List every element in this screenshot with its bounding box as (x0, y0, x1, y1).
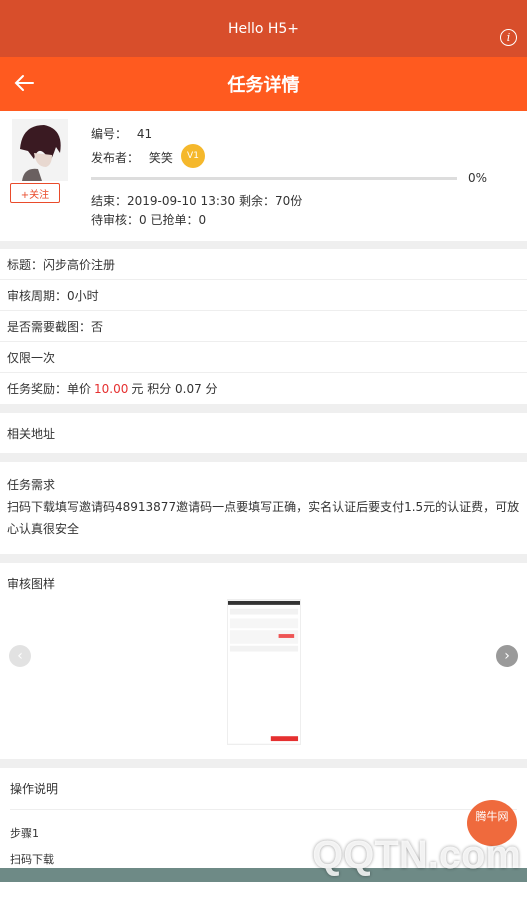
task-info: 标题：闪步高价注册 审核周期：0小时 是否需要截图：否 仅限一次 任务奖励：单价… (0, 249, 527, 404)
info-row-screenshot: 是否需要截图：否 (0, 311, 527, 342)
system-title: Hello H5+ (227, 20, 300, 37)
header-bar: 任务详情 (0, 57, 527, 111)
info-icon[interactable]: i (500, 29, 517, 46)
page-title: 任务详情 (227, 75, 300, 96)
back-arrow-icon[interactable] (12, 71, 36, 95)
publisher-name[interactable]: 笑笑 (149, 151, 173, 165)
system-bar: Hello H5+ i (0, 0, 527, 57)
publisher-card: +关注 编号： 41 发布者： 笑笑 V1 0% 结束：2019-09-10 1… (0, 111, 527, 241)
progress-percent: 0% (468, 171, 488, 185)
review-sample-gallery: 审核图样 ‹ › (0, 563, 527, 759)
info-row-title: 标题：闪步高价注册 (0, 249, 527, 280)
gallery-label: 审核图样 (7, 577, 56, 591)
end-time-line: 结束：2019-09-10 13:30 剩余：70份 (91, 194, 303, 208)
operations-label: 操作说明 (10, 768, 517, 810)
info-row-review-period: 审核周期：0小时 (0, 280, 527, 311)
requirement-section: 任务需求 扫码下载填写邀请码48913877邀请码一点要填写正确，实名认证后要支… (0, 462, 527, 554)
vip-badge: V1 (181, 144, 205, 168)
gallery-prev-arrow[interactable]: ‹ (9, 645, 31, 667)
sample-screenshot[interactable] (227, 599, 301, 745)
follow-button[interactable]: +关注 (10, 183, 60, 203)
reward-price: 10.00 (94, 381, 129, 396)
task-id: 编号： 41 (91, 127, 153, 141)
avatar[interactable] (12, 119, 68, 181)
gallery-next-arrow[interactable]: › (496, 645, 518, 667)
info-row-reward: 任务奖励：单价 10.00 元 积分 0.07 分 (7, 381, 218, 397)
requirement-label: 任务需求 (7, 478, 56, 492)
pending-line: 待审核：0 已抢单：0 (91, 213, 207, 227)
requirement-text: 扫码下载填写邀请码48913877邀请码一点要填写正确，实名认证后要支付1.5元… (7, 500, 520, 536)
progress-bar (91, 177, 457, 180)
address-label: 相关地址 (7, 426, 56, 441)
watermark-logo: QQTN.com (312, 833, 521, 877)
publisher-line: 发布者： 笑笑 (91, 151, 173, 165)
info-row-once: 仅限一次 (0, 342, 527, 373)
address-section[interactable]: 相关地址 (0, 413, 527, 453)
